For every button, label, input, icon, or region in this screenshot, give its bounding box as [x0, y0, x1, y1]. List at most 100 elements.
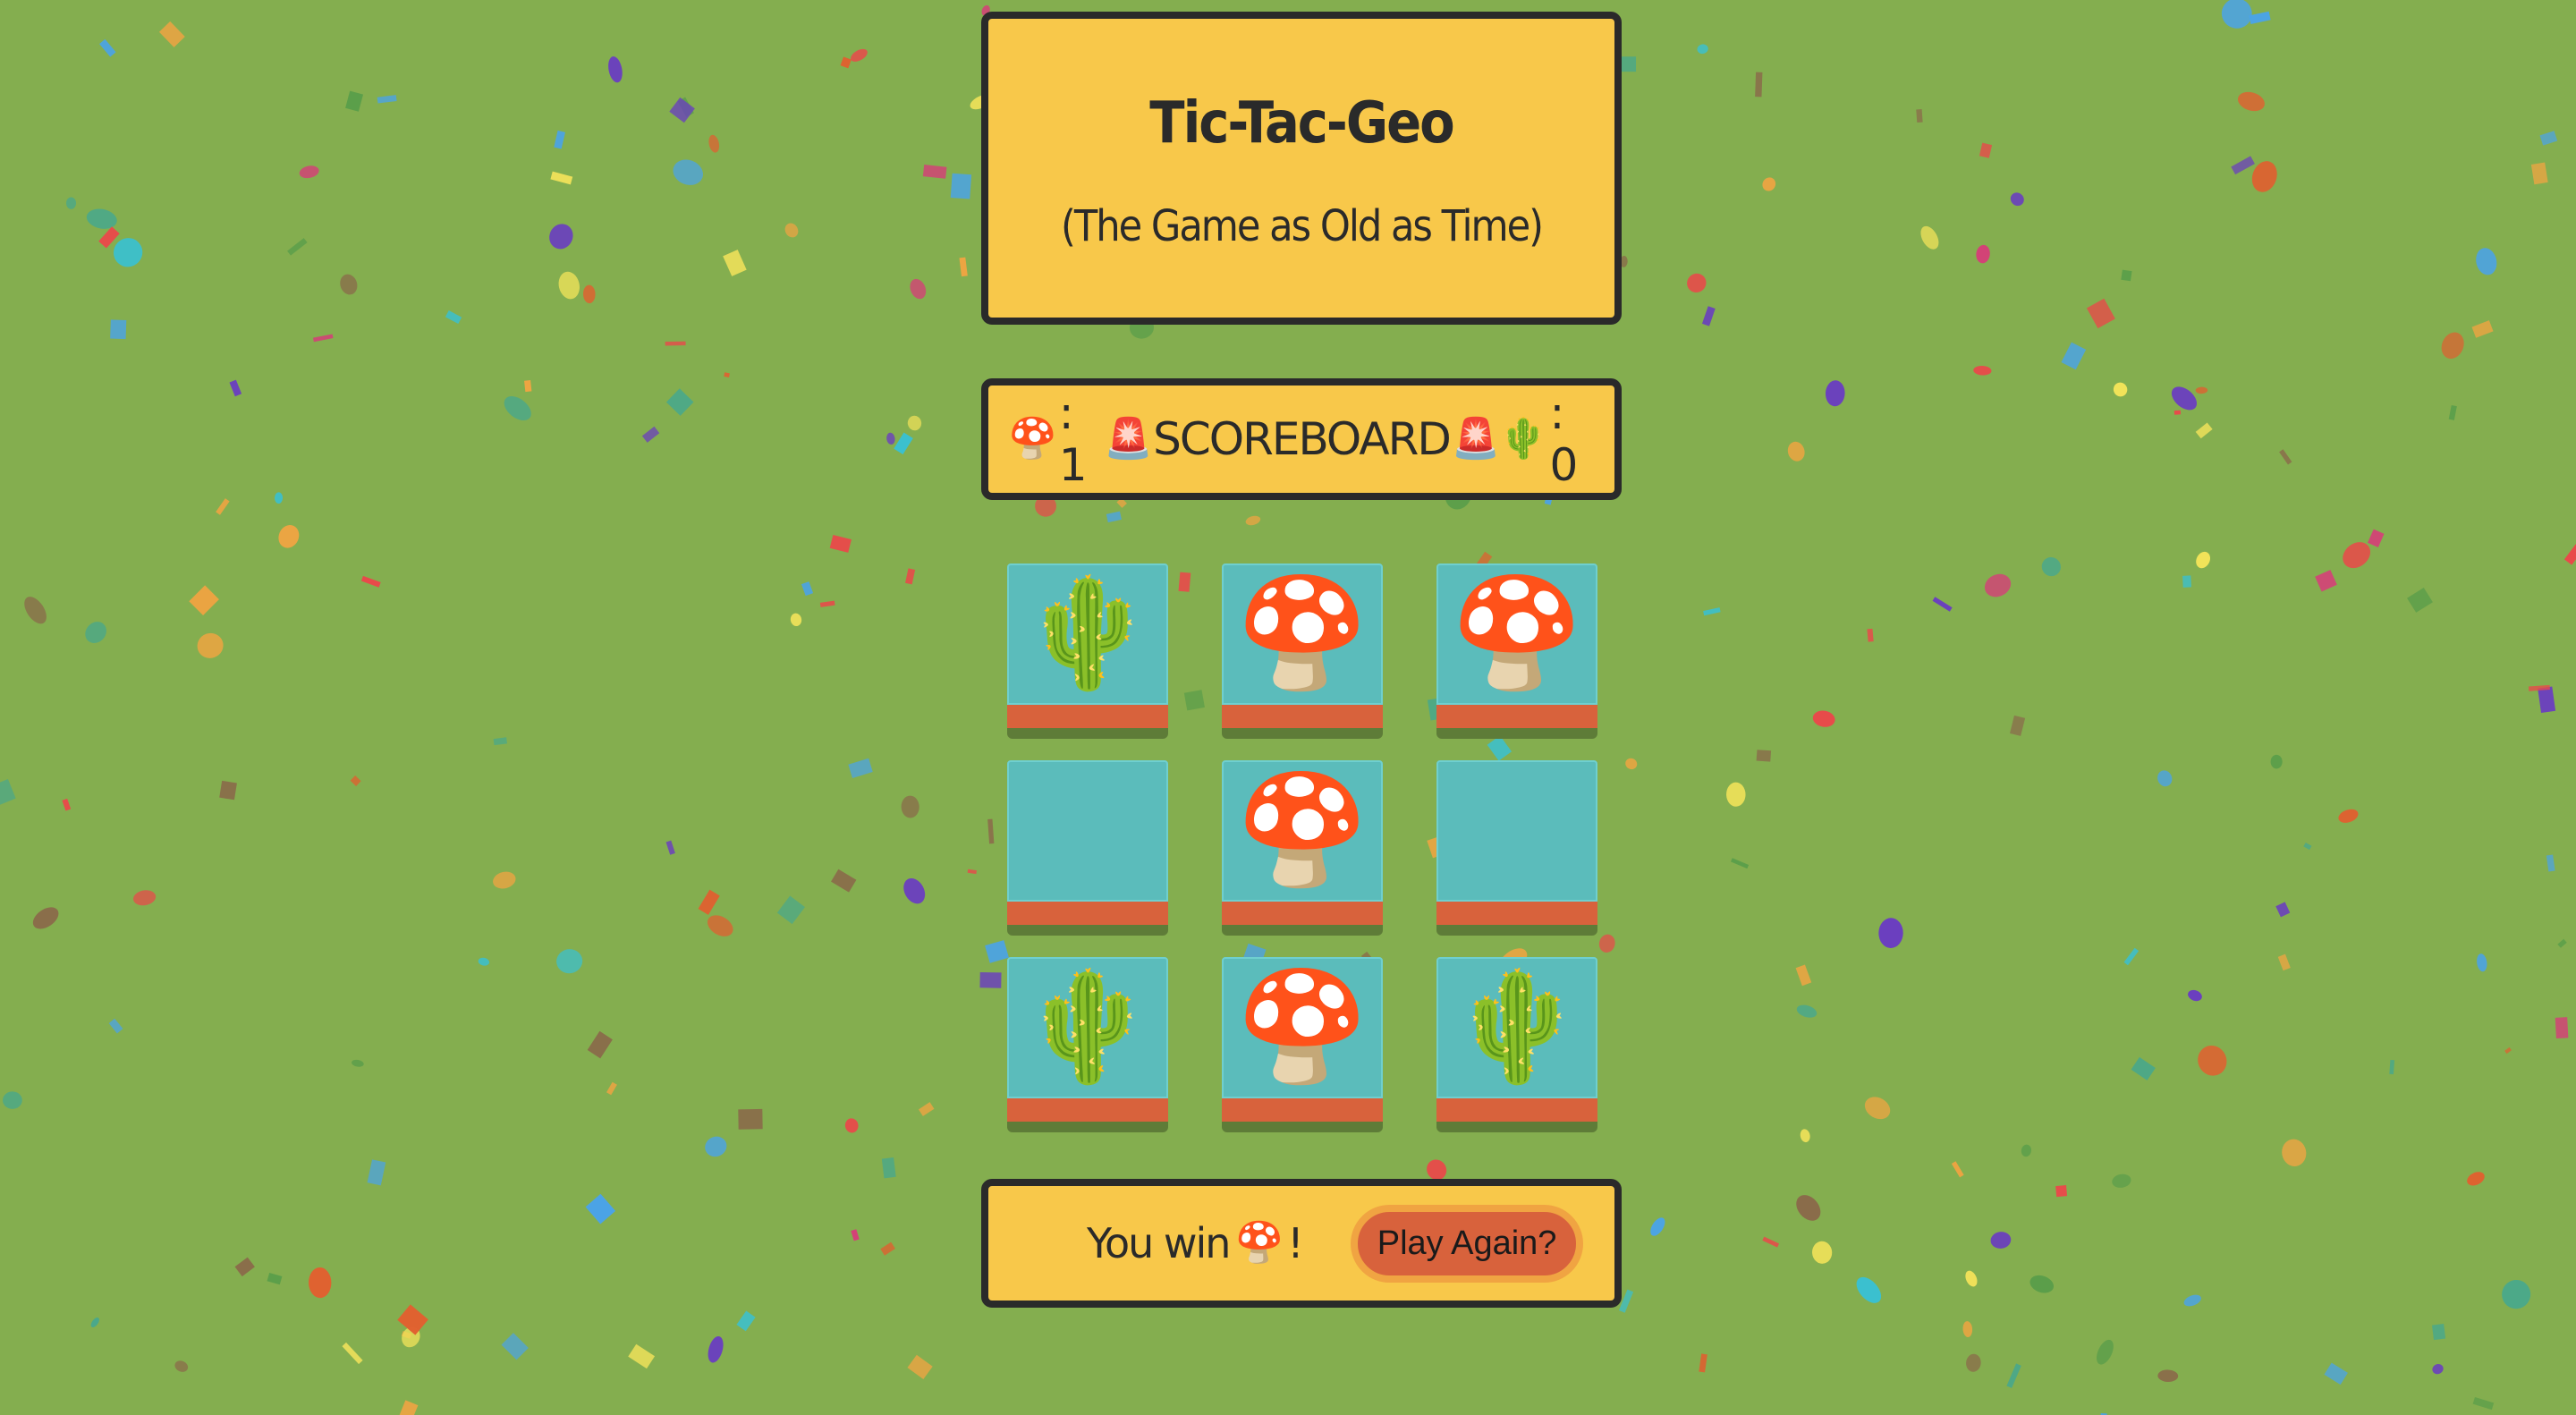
confetti-piece	[2174, 410, 2182, 415]
confetti-piece	[1106, 511, 1122, 523]
board-cell[interactable]: 🍄	[1222, 563, 1383, 739]
confetti-piece	[478, 957, 490, 966]
confetti-piece	[1796, 1195, 1821, 1221]
confetti-piece	[350, 775, 361, 786]
confetti-piece	[158, 21, 185, 47]
confetti-piece	[851, 48, 868, 62]
confetti-piece	[840, 56, 852, 69]
confetti-piece	[677, 97, 694, 118]
confetti-piece	[905, 568, 916, 585]
confetti-piece	[360, 575, 381, 588]
confetti-piece	[1699, 1353, 1707, 1373]
confetti-piece	[2502, 1279, 2531, 1309]
confetti-piece	[2041, 556, 2061, 577]
confetti-piece	[2171, 386, 2198, 411]
confetti-piece	[504, 396, 531, 421]
confetti-piece	[556, 949, 583, 974]
confetti-piece	[790, 613, 802, 627]
confetti-piece	[345, 90, 364, 112]
confetti-piece	[907, 1354, 933, 1380]
mushroom-icon: 🍄	[1008, 416, 1057, 462]
confetti-piece	[367, 1159, 386, 1186]
confetti-piece	[113, 238, 143, 267]
confetti-piece	[1726, 782, 1746, 807]
confetti-piece	[110, 319, 127, 340]
confetti-piece	[2368, 529, 2385, 547]
confetti-piece	[62, 798, 72, 811]
confetti-piece	[2477, 953, 2487, 972]
cell-mark: 🍄	[1436, 563, 1597, 705]
confetti-piece	[1864, 1097, 1891, 1120]
confetti-piece	[669, 97, 695, 123]
confetti-piece	[24, 597, 47, 624]
confetti-piece	[2343, 542, 2371, 569]
confetti-piece	[1703, 607, 1721, 616]
confetti-piece	[2055, 1185, 2068, 1198]
confetti-piece	[736, 1310, 756, 1332]
cell-mark	[1007, 760, 1168, 902]
confetti-piece	[910, 278, 927, 300]
result-panel: You win 🍄 ! Play Again?	[981, 1179, 1622, 1308]
confetti-piece	[2563, 542, 2576, 565]
confetti-piece	[2113, 382, 2128, 397]
confetti-piece	[1756, 750, 1772, 762]
confetti-piece	[2472, 1397, 2495, 1411]
confetti-piece	[1245, 515, 1261, 526]
board-cell[interactable]	[1436, 760, 1597, 936]
cell-mark: 🌵	[1436, 957, 1597, 1098]
game-board: 🌵 🍄 🍄 🍄 🌵 🍄 🌵	[1007, 563, 1597, 1132]
confetti-piece	[738, 1108, 763, 1130]
confetti-piece	[32, 907, 59, 929]
confetti-piece	[1796, 1004, 1818, 1018]
confetti-piece	[582, 284, 596, 304]
confetti-piece	[66, 197, 77, 209]
confetti-piece	[2183, 1294, 2201, 1307]
confetti-piece	[2448, 404, 2457, 420]
confetti-piece	[397, 1304, 428, 1335]
confetti-piece	[2021, 1144, 2032, 1157]
board-cell[interactable]: 🍄	[1436, 563, 1597, 739]
confetti-piece	[1878, 918, 1903, 948]
confetti-piece	[2086, 298, 2115, 329]
confetti-piece	[665, 840, 675, 855]
confetti-piece	[1650, 1217, 1665, 1236]
confetti-piece	[2251, 161, 2277, 192]
confetti-piece	[99, 38, 116, 57]
board-cell[interactable]: 🍄	[1222, 957, 1383, 1132]
confetti-piece	[1965, 1270, 1978, 1287]
confetti-piece	[2195, 422, 2213, 439]
confetti-piece	[819, 600, 835, 607]
board-cell[interactable]: 🌵	[1007, 563, 1168, 739]
confetti-piece	[2432, 1363, 2444, 1375]
confetti-piece	[133, 890, 157, 906]
confetti-piece	[707, 915, 733, 936]
win-text: You win	[1087, 1219, 1231, 1267]
confetti-piece	[1973, 365, 1992, 376]
win-message: You win 🍄 !	[1087, 1219, 1304, 1267]
confetti-piece	[267, 1272, 283, 1285]
confetti-piece	[985, 940, 1009, 963]
confetti-piece	[287, 238, 308, 256]
board-cell[interactable]: 🍄	[1222, 760, 1383, 936]
confetti-piece	[2237, 91, 2265, 112]
confetti-piece	[1990, 1232, 2012, 1249]
cell-mark: 🍄	[1222, 760, 1383, 902]
confetti-piece	[665, 341, 686, 346]
board-cell[interactable]: 🌵	[1436, 957, 1597, 1132]
board-cell[interactable]: 🌵	[1007, 957, 1168, 1132]
confetti-piece	[2157, 770, 2173, 787]
confetti-piece	[1625, 758, 1638, 770]
confetti-piece	[2249, 11, 2271, 24]
play-again-button[interactable]: Play Again?	[1350, 1204, 1584, 1283]
confetti-piece	[377, 95, 397, 104]
confetti-piece	[401, 1331, 412, 1339]
confetti-piece	[0, 779, 16, 805]
confetti-piece	[1697, 44, 1708, 55]
confetti-piece	[587, 1030, 613, 1059]
board-cell[interactable]	[1007, 760, 1168, 936]
confetti-piece	[493, 871, 516, 889]
confetti-piece	[831, 868, 857, 893]
player2-score: 🌵 : 0	[1499, 387, 1595, 491]
confetti-piece	[2006, 1363, 2021, 1388]
confetti-piece	[801, 581, 814, 597]
